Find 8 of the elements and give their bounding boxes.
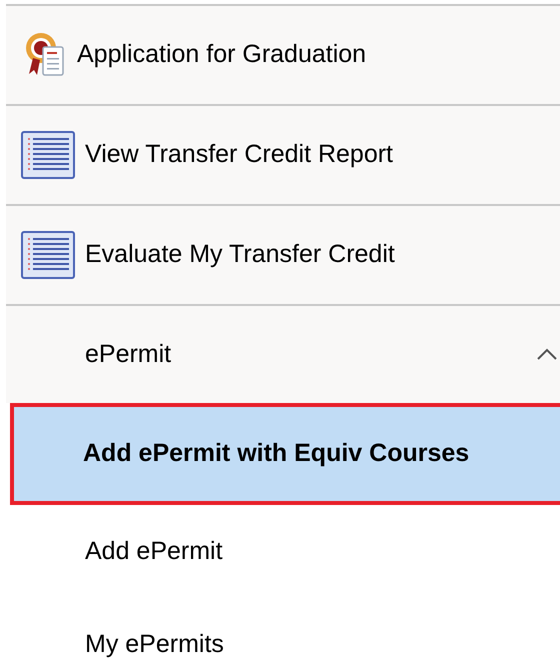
menu-item[interactable]: Evaluate My Transfer Credit (6, 206, 560, 306)
list-icon (21, 231, 75, 279)
menu-item[interactable]: Application for Graduation (6, 6, 560, 106)
submenu-item[interactable]: Add ePermit with Equiv Courses (10, 403, 560, 505)
group-header[interactable]: ePermit (6, 306, 560, 403)
list-icon (21, 131, 75, 179)
menu-item[interactable]: View Transfer Credit Report (6, 106, 560, 206)
chevron-up-icon (536, 348, 558, 361)
